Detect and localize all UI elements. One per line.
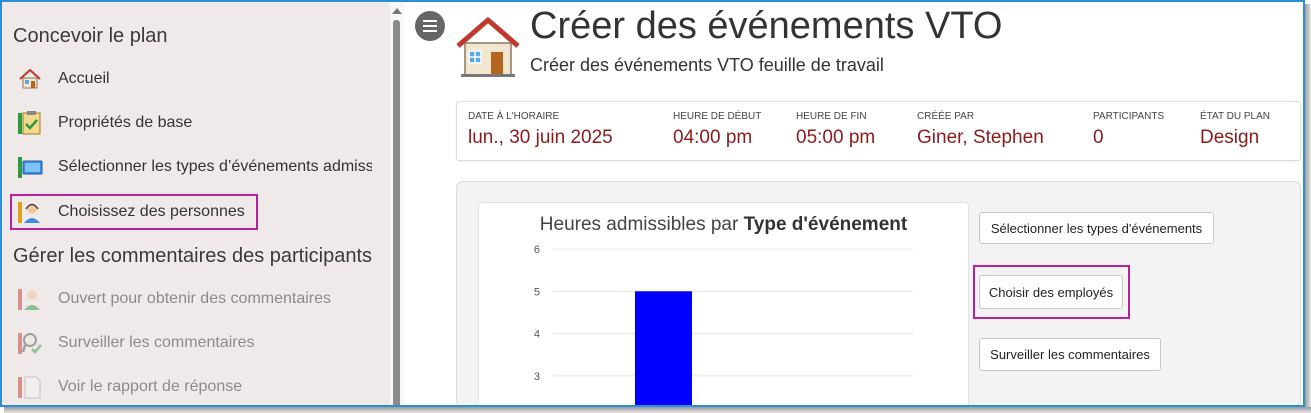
document-icon xyxy=(17,374,43,400)
monitor-comments-button[interactable]: Surveiller les commentaires xyxy=(979,338,1161,371)
window-shadow-bottom xyxy=(4,407,1311,413)
sidebar-item-label: Voir le rapport de réponse xyxy=(58,378,243,395)
sidebar-item-label: Ouvert pour obtenir des commentaires xyxy=(58,290,332,307)
info-value: 0 xyxy=(1093,127,1104,148)
sidebar-item-label: Propriétés de base xyxy=(58,114,193,131)
y-tick-label: 3 xyxy=(534,371,540,383)
bar-chart: 3 4 5 6 xyxy=(534,244,913,407)
house-icon xyxy=(17,66,43,92)
highlight-annotation xyxy=(10,194,258,230)
chart-card: Heures admissibles par Type d'événement … xyxy=(478,202,969,407)
clipboard-check-icon xyxy=(17,110,43,136)
highlight-annotation xyxy=(973,265,1130,319)
page-subtitle: Créer des événements VTO feuille de trav… xyxy=(530,55,884,75)
sidebar-item-label: Sélectionner les types d’événements admi… xyxy=(58,158,372,175)
y-tick-label: 6 xyxy=(534,244,540,256)
info-schedule-date: DATE À L'HORAIRE lun., 30 juin 2025 xyxy=(468,111,613,149)
info-value: lun., 30 juin 2025 xyxy=(468,127,613,148)
window-shadow-right xyxy=(1305,4,1311,413)
sidebar: Concevoir le plan Accueil Propriétés de … xyxy=(2,2,390,405)
house-icon xyxy=(456,17,520,77)
info-created-by: CRÉÉE PAR Giner, Stephen xyxy=(917,111,1044,149)
chart-bar[interactable] xyxy=(635,291,692,407)
info-value: Giner, Stephen xyxy=(917,127,1044,148)
select-event-types-button[interactable]: Sélectionner les types d'événements xyxy=(979,212,1214,244)
page-title: Créer des événements VTO xyxy=(530,5,1003,47)
sidebar-item-label: Surveiller les commentaires xyxy=(58,334,255,351)
info-label: DATE À L'HORAIRE xyxy=(468,111,560,122)
magnifier-check-icon xyxy=(17,330,43,356)
info-value: 05:00 pm xyxy=(796,127,876,148)
sidebar-item-home[interactable]: Accueil xyxy=(17,61,372,97)
y-tick-label: 5 xyxy=(534,286,540,298)
hamburger-icon xyxy=(423,20,437,32)
person-open-icon xyxy=(17,286,43,312)
info-end-time: HEURE DE FIN 05:00 pm xyxy=(796,111,875,149)
info-start-time: HEURE DE DÉBUT 04:00 pm xyxy=(673,111,761,149)
sidebar-item-label: Accueil xyxy=(58,70,110,87)
monitor-icon xyxy=(17,154,43,180)
info-plan-state: ÉTAT DU PLAN Design xyxy=(1200,111,1270,149)
sidebar-item-select-event-types[interactable]: Sélectionner les types d’événements admi… xyxy=(17,149,372,185)
info-label: PARTICIPANTS xyxy=(1093,111,1165,122)
scroll-up-arrow-icon[interactable] xyxy=(392,8,402,14)
info-label: HEURE DE FIN xyxy=(796,111,867,122)
sidebar-item-basic-properties[interactable]: Propriétés de base xyxy=(17,105,372,141)
app-window: Concevoir le plan Accueil Propriétés de … xyxy=(0,0,1305,407)
sidebar-item-monitor-feedback[interactable]: Surveiller les commentaires xyxy=(17,325,372,361)
scroll-thumb[interactable] xyxy=(393,20,400,405)
info-label: CRÉÉE PAR xyxy=(917,111,975,122)
sidebar-scrollbar[interactable] xyxy=(390,2,404,405)
sidebar-item-response-report[interactable]: Voir le rapport de réponse xyxy=(17,369,372,405)
info-label: ÉTAT DU PLAN xyxy=(1200,111,1271,122)
sidebar-item-open-feedback[interactable]: Ouvert pour obtenir des commentaires xyxy=(17,281,372,317)
y-tick-label: 4 xyxy=(534,329,540,341)
section-title-design: Concevoir le plan xyxy=(13,25,168,47)
plan-info-bar: DATE À L'HORAIRE lun., 30 juin 2025 HEUR… xyxy=(456,101,1301,161)
info-value: Design xyxy=(1200,127,1260,148)
section-title-feedback: Gérer les commentaires des participants xyxy=(13,245,373,267)
info-value: 04:00 pm xyxy=(673,127,753,148)
info-label: HEURE DE DÉBUT xyxy=(673,111,762,122)
info-participants: PARTICIPANTS 0 xyxy=(1093,111,1164,149)
menu-button[interactable] xyxy=(415,11,445,41)
